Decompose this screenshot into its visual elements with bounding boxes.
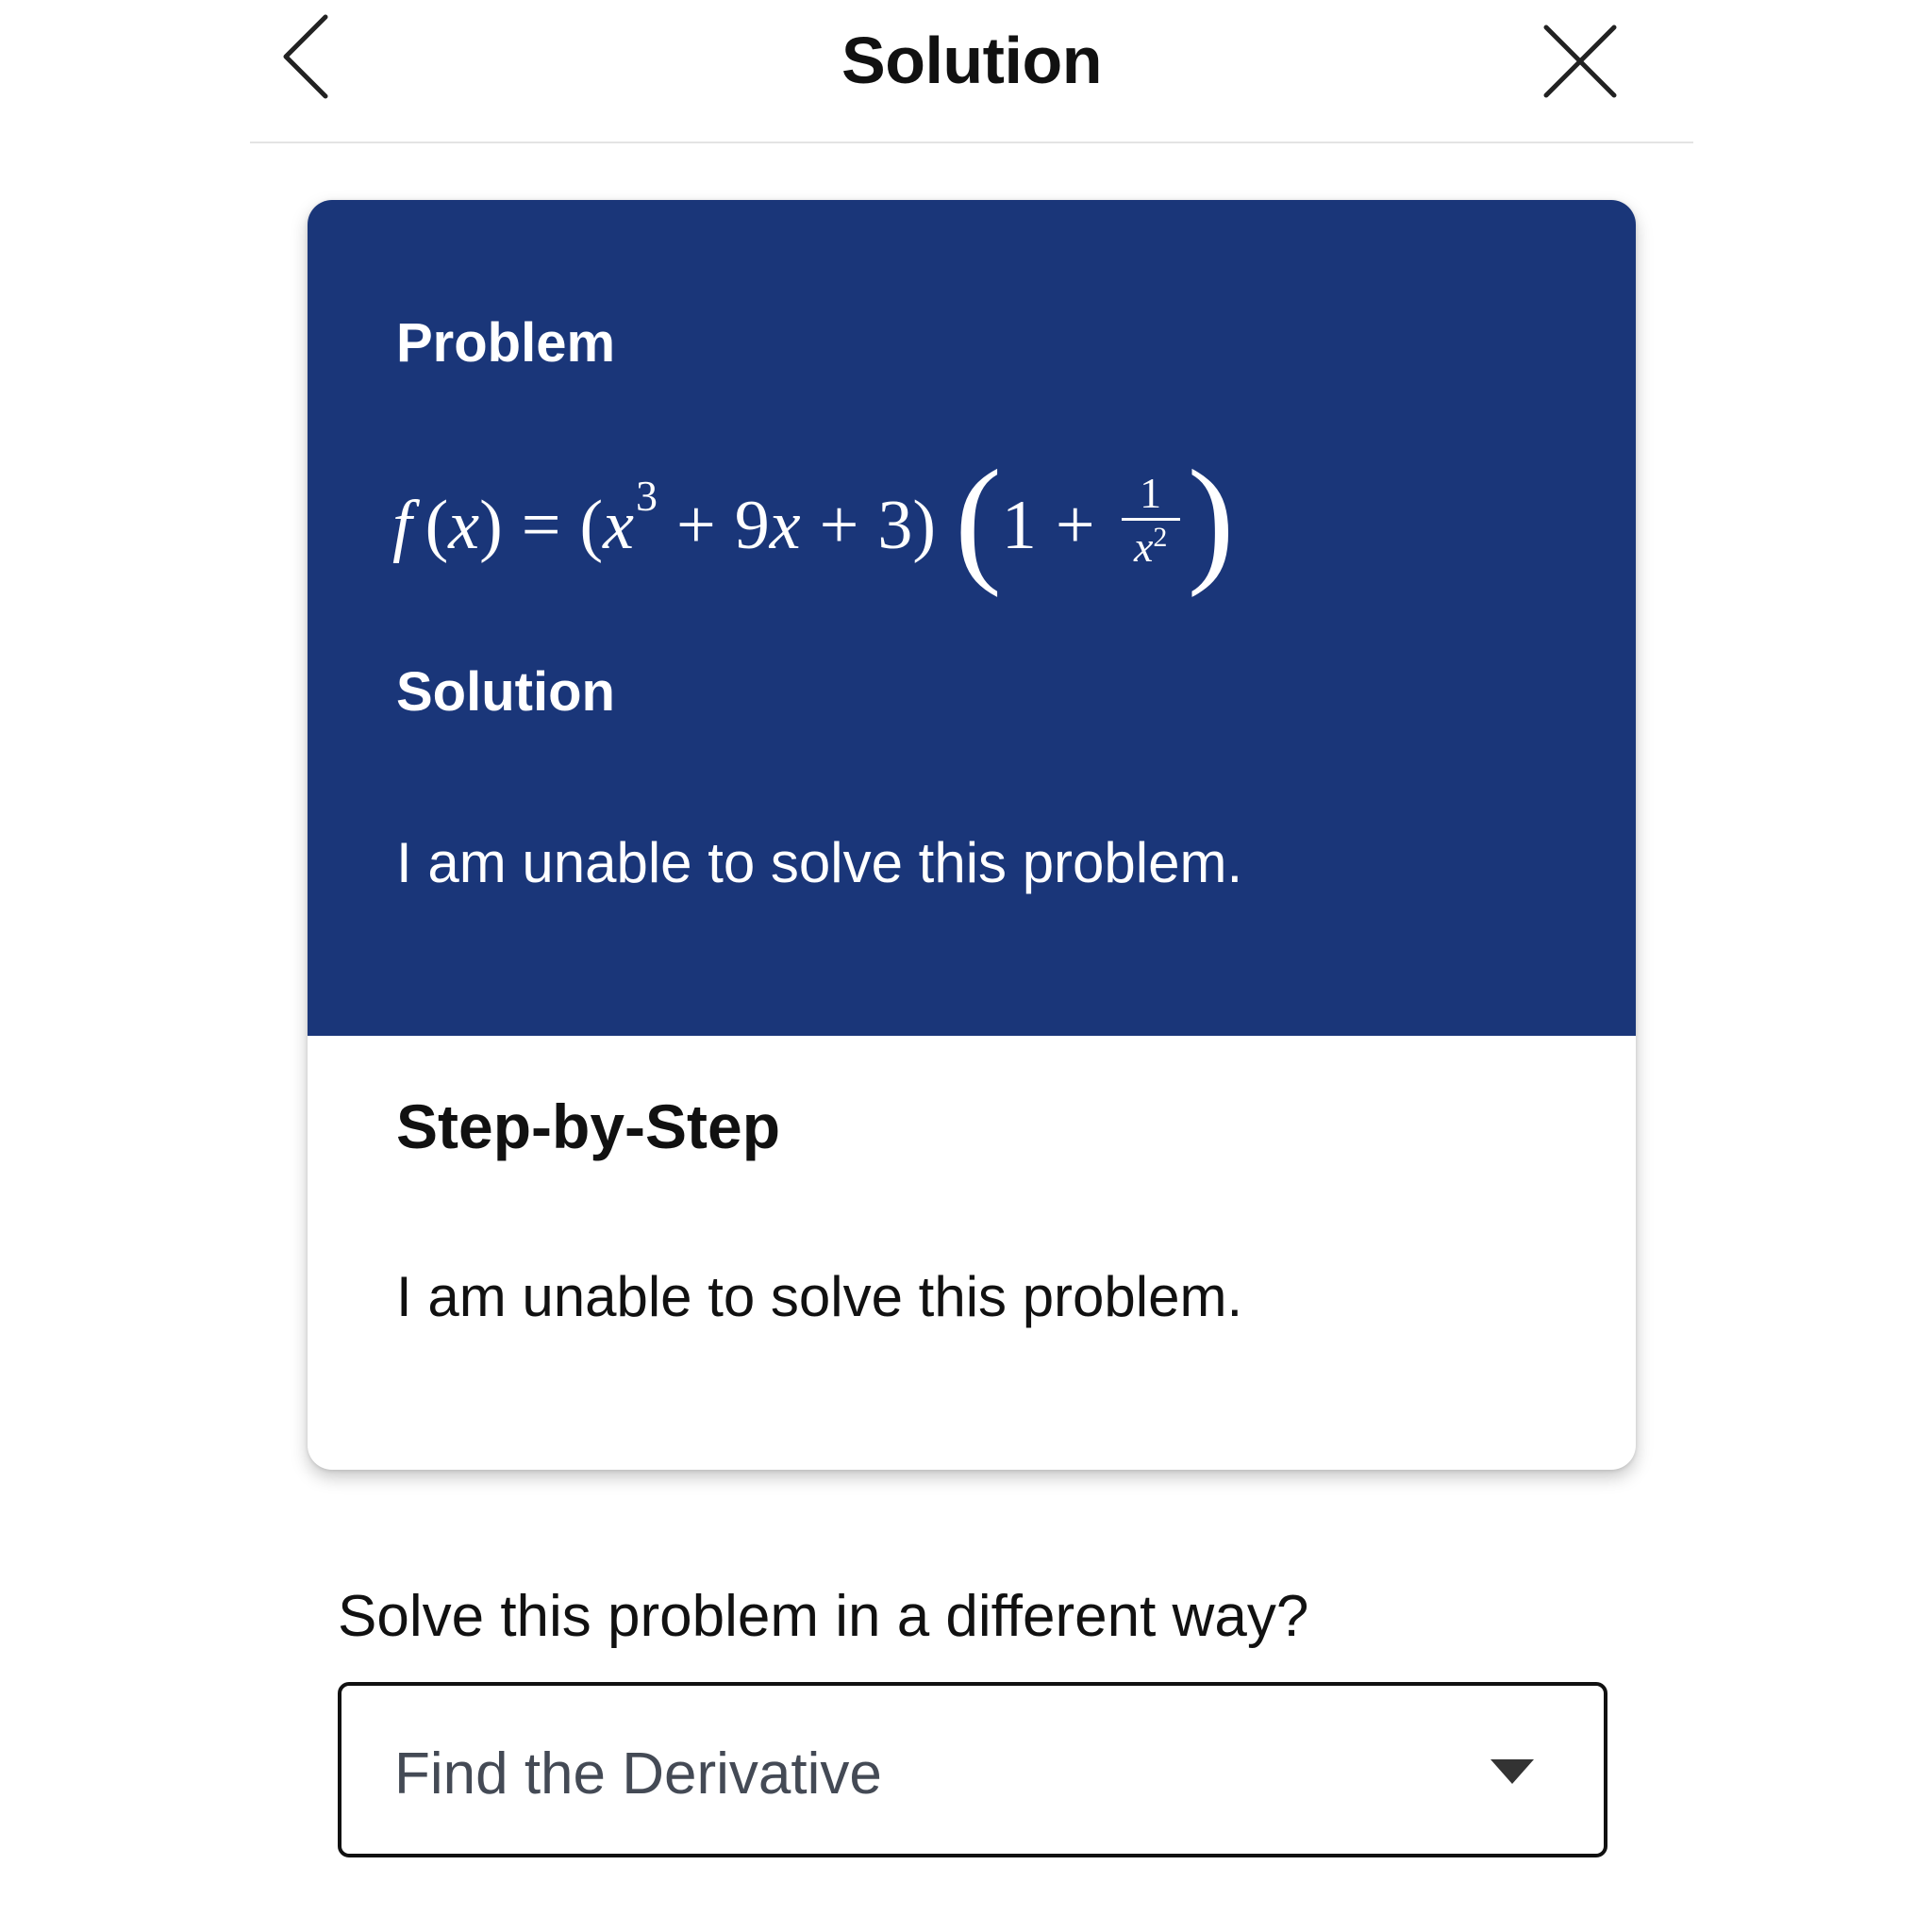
formula-var: x — [603, 486, 634, 564]
header-bar: Solution — [250, 0, 1693, 143]
formula-paren: ( — [579, 486, 604, 564]
formula-paren: ) — [479, 486, 503, 564]
formula-big-paren: ( — [954, 441, 1002, 598]
fraction-denominator: x2 — [1134, 521, 1167, 579]
method-select[interactable]: Find the Derivative — [338, 1682, 1607, 1857]
formula-plus: + — [819, 486, 859, 564]
solution-card: Problem f ( x ) = ( x 3 + 9 x + 3 ) ( 1 … — [308, 200, 1636, 1470]
formula-big-paren: ) — [1187, 441, 1235, 598]
step-by-step-text: I am unable to solve this problem. — [396, 1265, 1243, 1328]
formula-coefficient: 9 — [734, 486, 770, 564]
method-select-value: Find the Derivative — [394, 1741, 882, 1807]
formula-paren: ( — [425, 486, 449, 564]
page: Solution Problem f ( x ) = ( x 3 + 9 x +… — [0, 0, 1932, 1932]
problem-formula: f ( x ) = ( x 3 + 9 x + 3 ) ( 1 + 1 x2) — [392, 441, 1430, 601]
solution-label: Solution — [396, 661, 615, 723]
card-header-panel: Problem f ( x ) = ( x 3 + 9 x + 3 ) ( 1 … — [308, 200, 1636, 1036]
formula-var: x — [1133, 522, 1154, 571]
formula-f: f — [392, 486, 412, 564]
close-button[interactable] — [1533, 14, 1627, 108]
formula-plus: + — [1055, 486, 1095, 564]
formula-fraction: 1 x2 — [1121, 468, 1180, 579]
formula-equals: = — [521, 486, 561, 564]
formula-exponent: 3 — [635, 471, 658, 520]
formula-constant: 1 — [1001, 486, 1037, 564]
page-title: Solution — [841, 24, 1102, 97]
formula-constant: 3 — [877, 486, 913, 564]
formula-exponent: 2 — [1153, 521, 1168, 553]
formula-var: x — [448, 486, 480, 564]
caret-down-icon — [1491, 1759, 1534, 1784]
problem-label: Problem — [396, 312, 616, 374]
close-icon — [1543, 25, 1617, 98]
formula-plus: + — [675, 486, 716, 564]
formula-paren: ) — [912, 486, 936, 564]
solution-text: I am unable to solve this problem. — [396, 831, 1243, 894]
formula-var: x — [769, 486, 801, 564]
alternate-method-question: Solve this problem in a different way? — [338, 1584, 1309, 1649]
step-by-step-title: Step-by-Step — [396, 1091, 781, 1161]
fraction-numerator: 1 — [1140, 468, 1162, 517]
